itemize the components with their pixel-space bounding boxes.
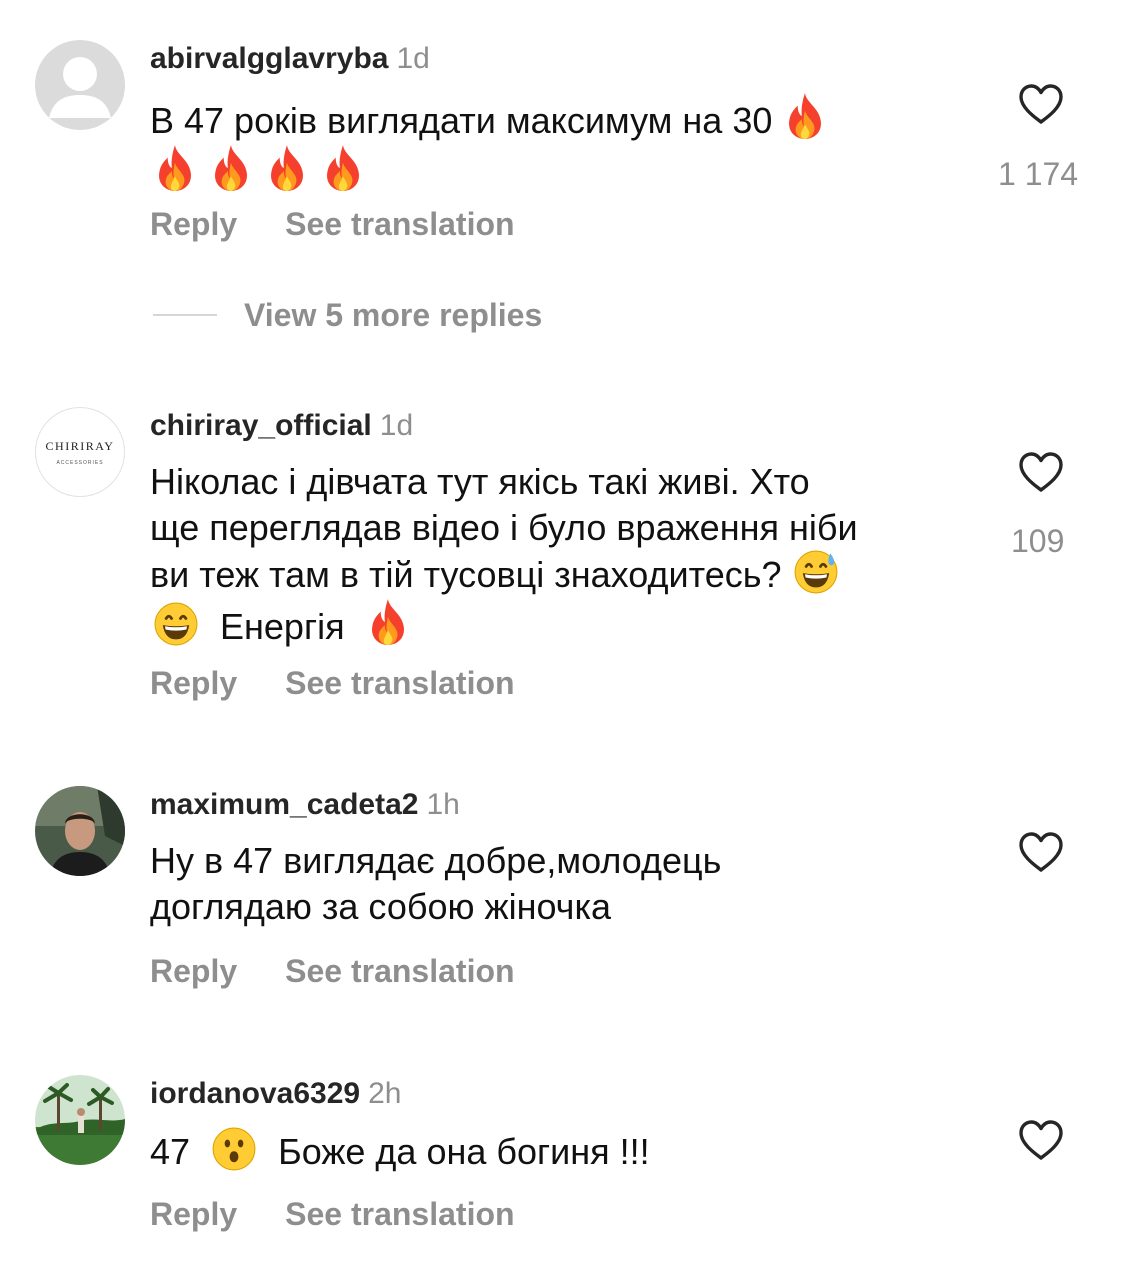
comment-text: Ніколас і дівчата тут якісь такі живі. Х… — [150, 459, 980, 649]
comment-text-line: доглядаю за собою жіночка — [150, 885, 612, 927]
reply-button[interactable]: Reply — [150, 953, 237, 990]
comment-text-line: Енергія — [220, 605, 345, 647]
default-profile-icon — [49, 57, 111, 118]
comment-text-content: В 47 років виглядати максимум на 30 — [150, 100, 773, 141]
comment-text-line: ще переглядав відео і було враження ніби — [150, 506, 858, 548]
comment-text-line: Ніколас і дівчата тут якісь такі живі. Х… — [150, 461, 810, 502]
username[interactable]: chiriray_official — [150, 409, 372, 442]
fire-emoji — [266, 144, 308, 192]
comment-text-line: ви теж там в тій тусовці знаходитесь? — [150, 554, 782, 595]
comment-actions: Reply See translation — [150, 665, 515, 702]
heart-icon[interactable] — [1017, 1118, 1065, 1162]
view-replies-button[interactable]: View 5 more replies — [153, 293, 542, 337]
divider — [153, 314, 217, 316]
reply-button[interactable]: Reply — [150, 665, 237, 702]
comment-text: 47 Боже да она богиня !!! — [150, 1127, 980, 1175]
reply-button[interactable]: Reply — [150, 1196, 237, 1233]
fire-emoji — [322, 144, 364, 192]
heart-icon[interactable] — [1017, 450, 1065, 494]
fire-emoji — [784, 92, 826, 140]
timestamp: 2h — [368, 1077, 402, 1110]
heart-icon[interactable] — [1017, 830, 1065, 874]
avatar[interactable] — [35, 40, 125, 130]
reply-button[interactable]: Reply — [150, 206, 237, 243]
avatar-brand-sub: ACCESSORIES — [56, 459, 104, 466]
comment-text-line: Ну в 47 виглядає добре,молодець — [150, 840, 722, 881]
view-replies-label: View 5 more replies — [244, 296, 543, 333]
fire-emoji — [210, 144, 252, 192]
comment-header: abirvalgglavryba 1d — [150, 41, 430, 77]
profile-photo — [35, 1075, 125, 1165]
see-translation-button[interactable]: See translation — [285, 665, 514, 702]
like-count: 109 — [1011, 523, 1065, 559]
comment-header: iordanova6329 2h — [150, 1076, 401, 1112]
timestamp: 1d — [379, 409, 414, 442]
comment-text-after: Боже да она богиня !!! — [278, 1131, 650, 1172]
comment-header: chiriray_official 1d — [150, 408, 413, 444]
heart-icon[interactable] — [1017, 82, 1065, 126]
timestamp: 1h — [426, 788, 460, 821]
comment-actions: Reply See translation — [150, 953, 515, 990]
grinning-sweat-emoji — [794, 550, 838, 594]
avatar-brand-name: CHIRIRAY — [45, 438, 115, 453]
username[interactable]: maximum_cadeta2 — [150, 788, 418, 821]
comment-text: Ну в 47 виглядає добре,молодець доглядаю… — [150, 838, 980, 929]
comment-actions: Reply See translation — [150, 1196, 515, 1233]
see-translation-button[interactable]: See translation — [285, 1196, 514, 1233]
like-count: 1 174 — [998, 156, 1079, 192]
username[interactable]: iordanova6329 — [150, 1077, 360, 1110]
comment-actions: Reply See translation — [150, 206, 515, 243]
see-translation-button[interactable]: See translation — [285, 953, 514, 990]
comment-text: В 47 років виглядати максимум на 30 — [150, 92, 980, 195]
profile-photo — [35, 786, 125, 876]
username[interactable]: abirvalgglavryba — [150, 42, 388, 75]
comment-header: maximum_cadeta2 1h — [150, 787, 460, 823]
see-translation-button[interactable]: See translation — [285, 206, 514, 243]
fire-emoji — [367, 598, 409, 646]
comment-text-before: 47 — [150, 1131, 191, 1172]
avatar[interactable] — [35, 1075, 125, 1165]
timestamp: 1d — [396, 42, 430, 75]
avatar[interactable]: CHIRIRAY ACCESSORIES — [35, 407, 125, 497]
grinning-emoji — [154, 602, 198, 646]
avatar[interactable] — [35, 786, 125, 876]
fire-emoji — [154, 144, 196, 192]
surprised-emoji — [212, 1127, 256, 1171]
